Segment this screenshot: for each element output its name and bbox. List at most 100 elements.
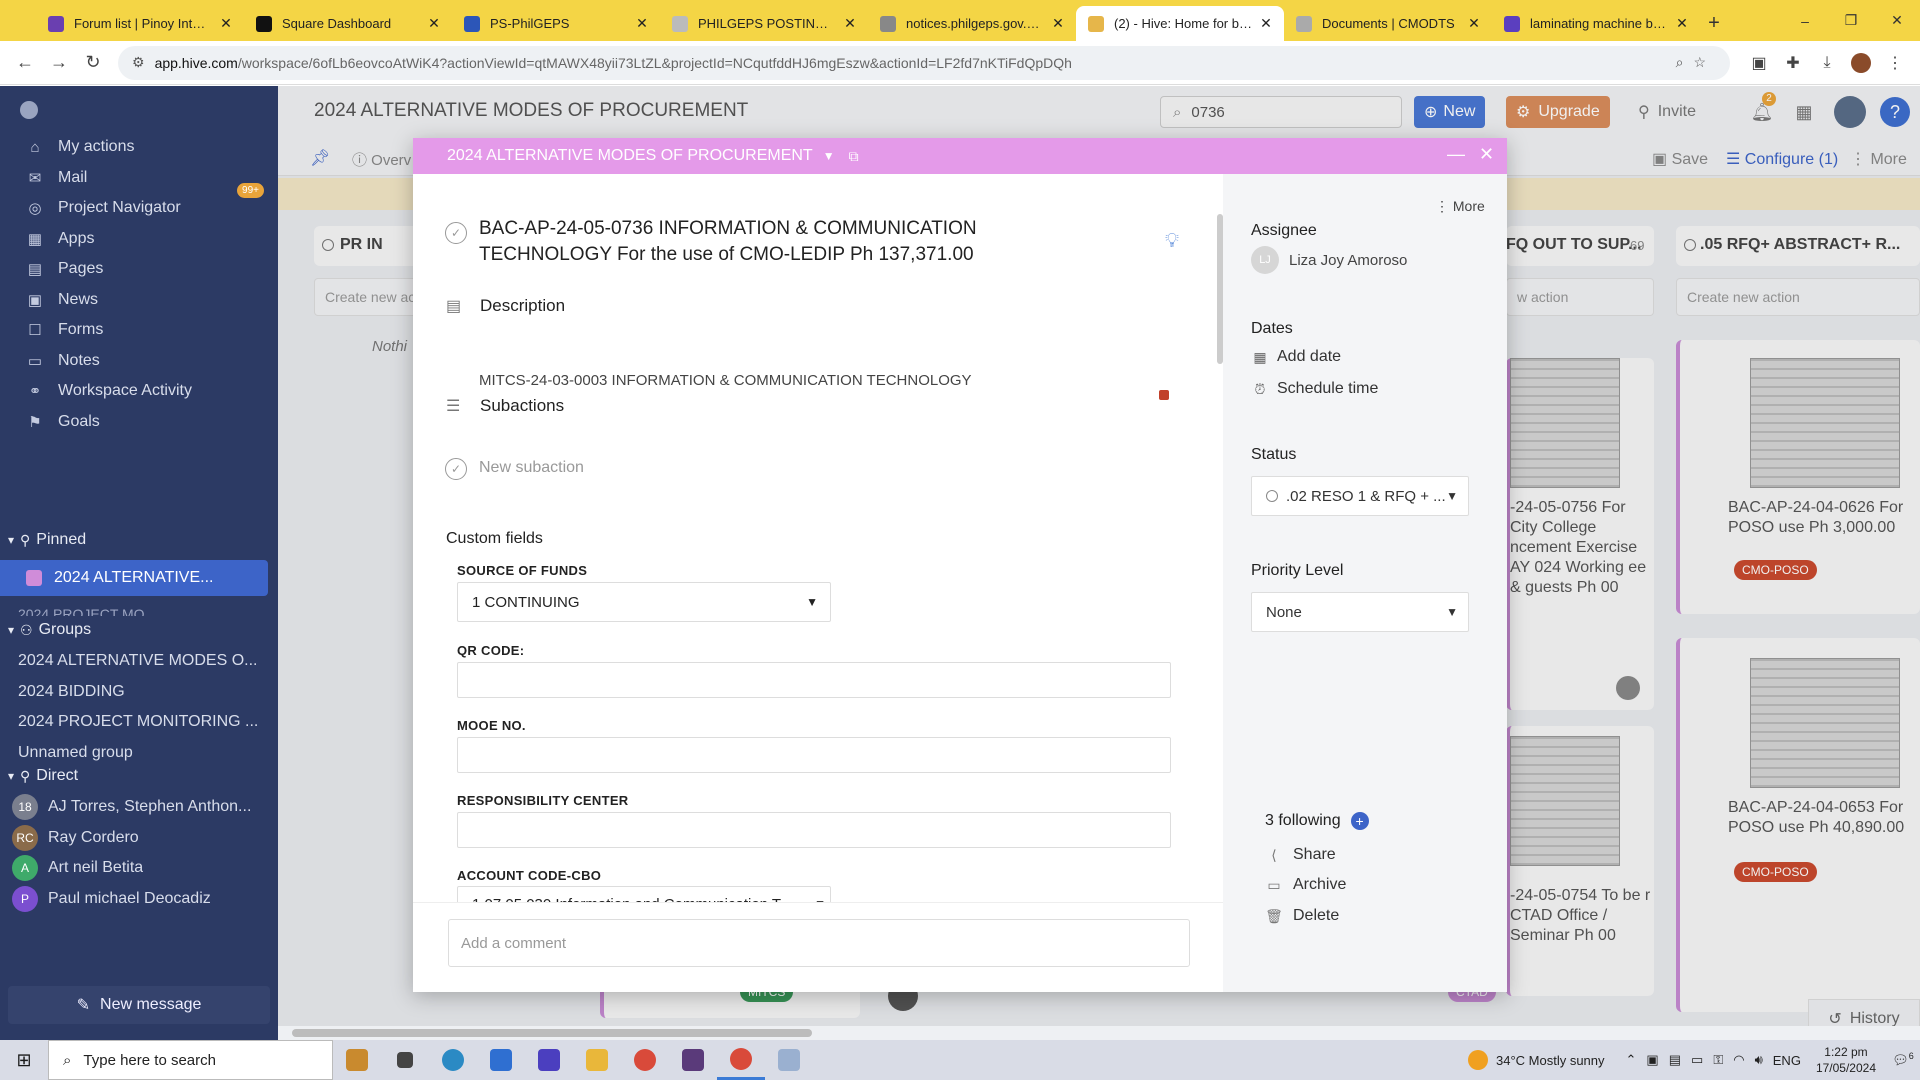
browser-tab[interactable]: Documents | CMODTS ✕: [1284, 6, 1492, 41]
forward-icon[interactable]: →: [42, 46, 76, 80]
browser-tab[interactable]: PHILGEPS POSTING OR OTHER ✕: [660, 6, 868, 41]
browser-tab[interactable]: (2) - Hive: Home for busy ✕: [1076, 6, 1284, 41]
new-message-button[interactable]: ✎ New message: [8, 986, 270, 1024]
pinned-item-active[interactable]: 2024 ALTERNATIVE...: [0, 560, 268, 596]
complete-check-icon[interactable]: ✓: [445, 222, 467, 244]
sidebar-group[interactable]: 2024 PROJECT MONITORING ...: [18, 713, 268, 731]
priority-select[interactable]: None ▼: [1251, 592, 1469, 632]
chevron-down-icon[interactable]: ▼: [823, 149, 835, 163]
chevron-up-icon[interactable]: ⌃: [1626, 1052, 1637, 1068]
close-tab-icon[interactable]: ✕: [1466, 15, 1482, 32]
sidebar-item-forms[interactable]: ☐ Forms: [0, 315, 278, 345]
browser-tab[interactable]: laminating machine bran ✕: [1492, 6, 1700, 41]
language-indicator[interactable]: ENG: [1773, 1053, 1801, 1068]
direct-message-item[interactable]: P Paul michael Deocadiz: [12, 884, 272, 914]
clock[interactable]: 1:22 pm 17/05/2024: [1816, 1044, 1876, 1076]
tray-app-icon[interactable]: ▭: [1691, 1052, 1703, 1068]
close-tab-icon[interactable]: ✕: [634, 15, 650, 32]
direct-message-item[interactable]: RC Ray Cordero: [12, 823, 272, 853]
schedule-time-button[interactable]: ⏰︎ Schedule time: [1251, 380, 1379, 398]
close-tab-icon[interactable]: ✕: [426, 15, 442, 32]
mooe-no-field[interactable]: [457, 737, 1171, 773]
pinned-item[interactable]: 2024 PROJECT MO: [18, 606, 268, 616]
wifi-icon[interactable]: ◠: [1733, 1052, 1744, 1068]
sidebar-group[interactable]: 2024 BIDDING: [18, 683, 268, 701]
close-tab-icon[interactable]: ✕: [842, 15, 858, 32]
sidebar-item-pages[interactable]: ▤ Pages: [0, 254, 278, 284]
modal-project-name[interactable]: 2024 ALTERNATIVE MODES OF PROCUREMENT: [447, 147, 813, 165]
pinned-section[interactable]: ▾ ⚲ Pinned: [0, 526, 278, 554]
zoom-icon[interactable]: ⌕: [1676, 54, 1684, 71]
assignee-chip[interactable]: LJ Liza Joy Amoroso: [1251, 246, 1407, 274]
close-tab-icon[interactable]: ✕: [218, 15, 234, 32]
task-view-icon[interactable]: [381, 1040, 429, 1080]
sidebar-item-project-navigator[interactable]: ◎ Project Navigator: [0, 193, 278, 223]
direct-message-item[interactable]: A Art neil Betita: [12, 853, 272, 883]
new-tab-button[interactable]: +: [1700, 6, 1728, 41]
download-icon[interactable]: ⤓: [1810, 46, 1844, 80]
sidebar-item-apps[interactable]: ▦ Apps: [0, 224, 278, 254]
minimize-modal-icon[interactable]: —: [1447, 144, 1465, 165]
status-select[interactable]: .02 RESO 1 & RFQ + ... ▼: [1251, 476, 1469, 516]
sidebar-item-goals[interactable]: ⚑ Goals: [0, 407, 278, 437]
site-info-icon[interactable]: ⚙: [132, 54, 145, 71]
task-title[interactable]: BAC-AP-24-05-0736 INFORMATION & COMMUNIC…: [479, 216, 1039, 268]
subaction-check-icon[interactable]: ✓: [445, 458, 467, 480]
open-external-icon[interactable]: ⧉: [849, 148, 859, 165]
sidebar-item-workspace-activity[interactable]: ⚭ Workspace Activity: [0, 376, 278, 406]
restore-icon[interactable]: ❐: [1828, 0, 1874, 41]
edge-icon[interactable]: [429, 1040, 477, 1080]
taskbar-app-icon[interactable]: [333, 1040, 381, 1080]
new-subaction-input[interactable]: New subaction: [479, 459, 584, 477]
close-tab-icon[interactable]: ✕: [1258, 15, 1274, 32]
file-explorer-icon[interactable]: [573, 1040, 621, 1080]
back-icon[interactable]: ←: [8, 46, 42, 80]
app-icon[interactable]: [525, 1040, 573, 1080]
taskbar-search[interactable]: ⌕ Type here to search: [48, 1040, 333, 1080]
sidebar-item-my-actions[interactable]: ⌂ My actions: [0, 132, 278, 162]
minimize-icon[interactable]: –: [1782, 0, 1828, 41]
more-button[interactable]: ⋮ More: [1435, 198, 1485, 215]
sidebar-item-notes[interactable]: ▭ Notes: [0, 346, 278, 376]
tray-app-icon[interactable]: ▤: [1669, 1052, 1681, 1068]
description-text[interactable]: MITCS-24-03-0003 INFORMATION & COMMUNICA…: [479, 372, 972, 389]
browser-tab[interactable]: PS-PhilGEPS ✕: [452, 6, 660, 41]
comment-input[interactable]: Add a comment: [448, 919, 1190, 967]
tray-app-icon[interactable]: ▣: [1646, 1052, 1658, 1068]
groups-section[interactable]: ▾ ⚇ Groups: [0, 616, 278, 644]
hive-logo-icon[interactable]: [20, 101, 38, 119]
chrome-icon[interactable]: [621, 1040, 669, 1080]
archive-button[interactable]: ▭ Archive: [1265, 876, 1346, 894]
close-tab-icon[interactable]: ✕: [1050, 15, 1066, 32]
browser-tab[interactable]: notices.philgeps.gov.ph/G ✕: [868, 6, 1076, 41]
extension-icon[interactable]: ▣: [1742, 46, 1776, 80]
browser-tab[interactable]: Forum list | Pinoy Internet ✕: [36, 6, 244, 41]
app-icon[interactable]: [669, 1040, 717, 1080]
responsibility-center-field[interactable]: [457, 812, 1171, 848]
direct-message-item[interactable]: 18 AJ Torres, Stephen Anthon...: [12, 792, 272, 822]
sidebar-item-news[interactable]: ▣ News: [0, 285, 278, 315]
lightbulb-icon[interactable]: 💡︎: [1165, 230, 1179, 253]
direct-section[interactable]: ▾ ⚲ Direct: [0, 762, 278, 790]
browser-menu-icon[interactable]: ⋮: [1878, 46, 1912, 80]
sidebar-group[interactable]: 2024 ALTERNATIVE MODES O...: [18, 652, 268, 670]
profile-avatar[interactable]: [1844, 46, 1878, 80]
mail-app-icon[interactable]: [477, 1040, 525, 1080]
windows-start-icon[interactable]: ⊞: [0, 1040, 48, 1080]
horizontal-scrollbar[interactable]: [278, 1026, 1920, 1040]
paint-icon[interactable]: [765, 1040, 813, 1080]
delete-button[interactable]: 🗑︎ Delete: [1265, 907, 1339, 925]
puzzle-icon[interactable]: ✚: [1776, 46, 1810, 80]
close-modal-icon[interactable]: ✕: [1479, 144, 1494, 165]
reload-icon[interactable]: ↻: [76, 46, 110, 80]
chrome-active-icon[interactable]: [717, 1040, 765, 1080]
notification-center-icon[interactable]: 💬︎6: [1886, 1051, 1920, 1068]
weather-widget[interactable]: 34°C Mostly sunny: [1467, 1050, 1605, 1070]
network-icon[interactable]: ⚿: [1713, 1052, 1723, 1068]
share-button[interactable]: ⟨ Share: [1265, 846, 1335, 864]
source-of-funds-select[interactable]: 1 CONTINUING ▼: [457, 582, 831, 622]
close-tab-icon[interactable]: ✕: [1674, 15, 1690, 32]
volume-icon[interactable]: 🔊︎: [1755, 1052, 1763, 1068]
close-window-icon[interactable]: ✕: [1874, 0, 1920, 41]
add-follower-icon[interactable]: +: [1350, 812, 1369, 830]
